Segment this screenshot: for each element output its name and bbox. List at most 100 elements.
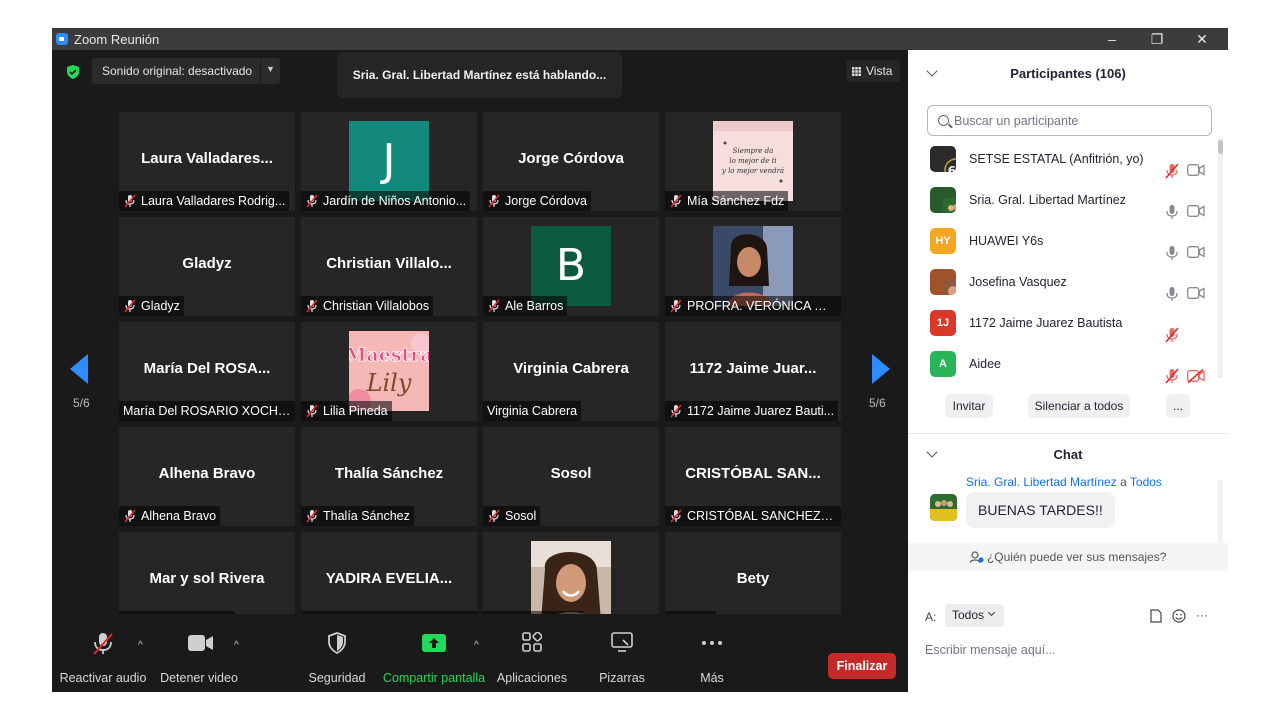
minimize-button[interactable]: –: [1092, 29, 1132, 49]
participant-row[interactable]: Sria. Gral. Libertad Martínez: [908, 181, 1218, 222]
participant-profile-photo: [713, 226, 793, 306]
participant-video-tile[interactable]: J Jardín de Niños Antonio...: [301, 112, 477, 211]
chevron-down-icon: [987, 608, 996, 617]
participant-video-tile[interactable]: Alhena Bravo Alhena Bravo: [119, 427, 295, 526]
muted-mic-icon: [123, 194, 137, 208]
chat-recipient-select[interactable]: Todos: [945, 604, 1004, 627]
chevron-down-icon[interactable]: ▼: [266, 64, 275, 74]
participant-display-name: 1172 Jaime Juar...: [689, 360, 817, 377]
invite-button[interactable]: Invitar: [945, 394, 993, 418]
who-can-see-messages-link[interactable]: ¿Quién puede ver sus mensajes?: [908, 543, 1228, 571]
emoji-icon[interactable]: [1172, 609, 1186, 623]
svg-text:lo mejor de ti: lo mejor de ti: [729, 157, 776, 165]
chat-to-word: a: [1120, 475, 1127, 489]
participant-video-tile[interactable]: Christian Villalo... Christian Villalobos: [301, 217, 477, 316]
participant-video-tile[interactable]: María Del ROSA... María Del ROSARIO XOCHI…: [119, 322, 295, 421]
panel-divider: [908, 433, 1228, 434]
participants-scroll-thumb[interactable]: [1218, 140, 1223, 154]
participant-row[interactable]: HY HUAWEI Y6s: [908, 222, 1218, 263]
more-label: Más: [700, 671, 724, 685]
maximize-button[interactable]: ❐: [1137, 29, 1177, 49]
participant-video-tile[interactable]: Siempre da lo mejor de ti y lo mejor vendr…: [665, 112, 841, 211]
participant-row[interactable]: 60 SETSE ESTATAL (Anfitrión, yo): [908, 140, 1218, 181]
zoom-window: Zoom Reunión – ❐ ✕ Sonido original: desa…: [52, 28, 1228, 692]
participant-video-tile[interactable]: Laura Valladares... Laura Valladares Rodr…: [119, 112, 295, 211]
participant-avatar: B: [531, 226, 611, 306]
participant-display-name: Thalía Sánchez: [334, 465, 444, 482]
participant-display-name: Laura Valladares...: [141, 150, 273, 167]
participant-row[interactable]: 1J 1172 Jaime Juarez Bautista: [908, 304, 1218, 345]
participant-search-input[interactable]: [954, 112, 1204, 130]
microphone-muted-icon: [93, 633, 113, 655]
participant-video-tile[interactable]: 1172 Jaime Juar... 1172 Jaime Juarez Baut…: [665, 322, 841, 421]
participant-name-tag: Virginia Cabrera: [483, 401, 582, 421]
chat-message-input[interactable]: [925, 640, 1215, 660]
participants-scrollbar[interactable]: [1218, 138, 1223, 378]
participants-more-button[interactable]: ...: [1166, 394, 1190, 418]
share-screen-button[interactable]: ^ Compartir pantalla: [382, 614, 486, 692]
muted-mic-icon: [669, 404, 683, 418]
whiteboards-button[interactable]: Pizarras: [587, 614, 657, 692]
original-sound-toggle[interactable]: Sonido original: desactivado ▼: [92, 58, 280, 84]
previous-page-arrow-icon[interactable]: [70, 354, 88, 384]
muted-mic-icon: [669, 299, 683, 313]
participant-row[interactable]: Josefina Vasquez: [908, 263, 1218, 304]
share-options-chevron-icon[interactable]: ^: [474, 640, 479, 651]
close-button[interactable]: ✕: [1182, 29, 1222, 49]
original-sound-label: Sonido original: desactivado: [102, 64, 253, 78]
participant-video-tile[interactable]: Jorge Córdova Jorge Córdova: [483, 112, 659, 211]
participant-name-tag: Christian Villalobos: [301, 296, 434, 316]
mute-all-button[interactable]: Silenciar a todos: [1028, 394, 1130, 418]
participant-name-tag: Jardín de Niños Antonio...: [301, 191, 471, 211]
participant-video-tile[interactable]: PROFRA. VERÓNICA MA...: [665, 217, 841, 316]
participant-video-tile[interactable]: Sosol Sosol: [483, 427, 659, 526]
next-page-arrow-icon[interactable]: [872, 354, 890, 384]
participant-display-name: María Del ROSA...: [143, 360, 271, 377]
view-button[interactable]: Vista: [846, 60, 900, 82]
participant-name-tag: PROFRA. VERÓNICA MA...: [665, 296, 841, 316]
participant-video-tile[interactable]: Virginia Cabrera Virginia Cabrera: [483, 322, 659, 421]
stop-video-button[interactable]: ^ Detener video: [154, 614, 244, 692]
participant-video-tile[interactable]: Maestra Lily Lilia Pineda: [301, 322, 477, 421]
group-photo-icon: [930, 494, 957, 521]
unmute-button[interactable]: ^ Reactivar audio: [58, 614, 148, 692]
participant-display-name: Virginia Cabrera: [513, 360, 629, 377]
video-camera-icon: [188, 635, 213, 651]
chat-sender-name[interactable]: Sria. Gral. Libertad Martínez: [966, 475, 1117, 489]
chat-recipient[interactable]: Todos: [1130, 475, 1162, 489]
active-speaker-banner: Sria. Gral. Libertad Martínez está habla…: [337, 52, 622, 98]
muted-mic-icon: [305, 194, 319, 208]
muted-mic-icon: [487, 194, 501, 208]
muted-mic-icon: [305, 299, 319, 313]
divider: [260, 58, 261, 84]
participant-display-name: Mar y sol Rivera: [149, 570, 265, 587]
muted-mic-icon: [305, 509, 319, 523]
video-options-chevron-icon[interactable]: ^: [234, 640, 239, 651]
participant-row[interactable]: A Aidee: [908, 345, 1218, 386]
video-gallery-grid: Laura Valladares... Laura Valladares Rodr…: [119, 112, 841, 632]
participant-video-tile[interactable]: Gladyz Gladyz: [119, 217, 295, 316]
participant-name: Sria. Gral. Libertad Martínez: [969, 193, 1127, 207]
security-button[interactable]: Seguridad: [302, 614, 372, 692]
participant-avatar: J: [349, 121, 429, 201]
participant-video-tile[interactable]: Thalía Sánchez Thalía Sánchez: [301, 427, 477, 526]
apps-button[interactable]: Aplicaciones: [492, 614, 572, 692]
share-screen-label: Compartir pantalla: [382, 671, 486, 685]
chat-message-header: Sria. Gral. Libertad Martínez a Todos: [966, 475, 1162, 489]
participant-avatar: HY: [930, 228, 956, 254]
encryption-shield-icon[interactable]: [66, 65, 80, 79]
muted-mic-icon: [487, 509, 501, 523]
participant-video-tile[interactable]: CRISTÓBAL SAN... CRISTÓBAL SANCHEZ-en...: [665, 427, 841, 526]
audio-options-chevron-icon[interactable]: ^: [138, 640, 143, 651]
more-dots-icon: [702, 641, 722, 645]
participant-video-tile[interactable]: B Ale Barros: [483, 217, 659, 316]
stop-video-label: Detener video: [160, 671, 238, 685]
chat-title: Chat: [1053, 447, 1083, 462]
more-button[interactable]: Más: [682, 614, 742, 692]
participant-search[interactable]: [927, 105, 1212, 136]
svg-text:y lo mejor vendrá: y lo mejor vendrá: [721, 167, 784, 175]
people-eye-icon: [969, 551, 984, 564]
chat-more-button[interactable]: ···: [1196, 608, 1208, 622]
end-meeting-button[interactable]: Finalizar: [828, 653, 896, 679]
file-attach-icon[interactable]: [1150, 609, 1162, 623]
